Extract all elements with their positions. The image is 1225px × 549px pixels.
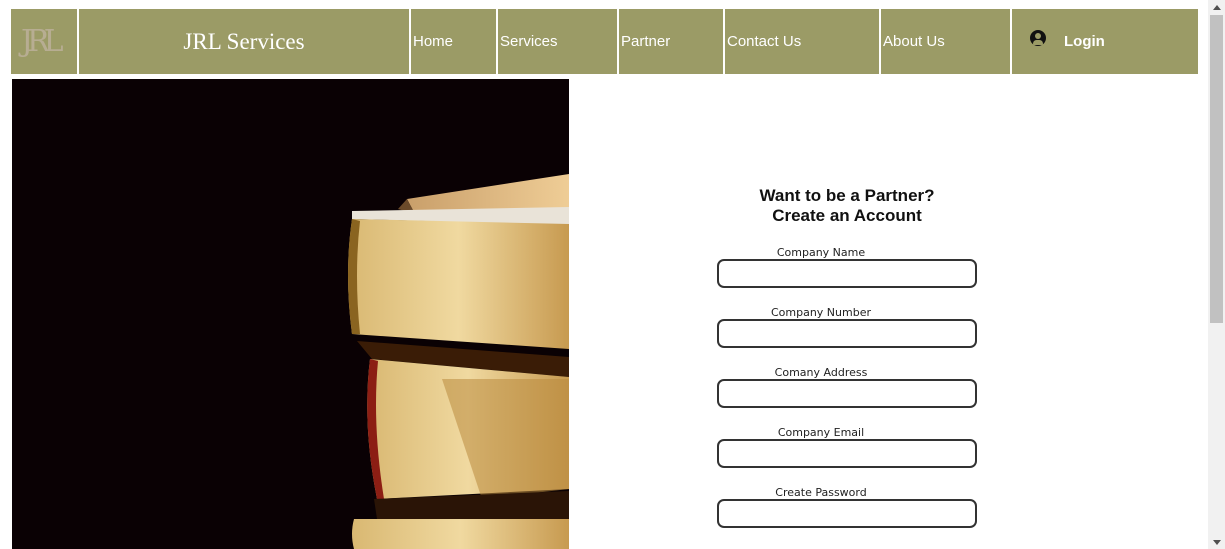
company-address-input[interactable]	[717, 379, 977, 408]
create-password-label: Create Password	[775, 486, 867, 499]
company-address-label: Comany Address	[774, 366, 868, 379]
company-name-label: Company Name	[776, 246, 866, 259]
vertical-scrollbar[interactable]	[1208, 0, 1225, 549]
company-name-input[interactable]	[717, 259, 977, 288]
nav-item-partner[interactable]: Partner	[619, 9, 723, 74]
form-title: Want to be a Partner? Create an Account	[717, 186, 977, 226]
brand-cell: JRL Services	[79, 9, 409, 74]
nav-item-home[interactable]: Home	[411, 9, 496, 74]
create-password-input[interactable]	[717, 499, 977, 528]
hero-image-books	[12, 79, 569, 549]
nav-link-contact[interactable]: Contact Us	[725, 33, 801, 50]
navbar: JRL JRL Services Home Services Partner C…	[11, 9, 1198, 74]
company-number-label: Company Number	[770, 306, 871, 319]
nav-link-services[interactable]: Services	[498, 33, 558, 50]
login-label: Login	[1064, 33, 1105, 50]
company-email-label: Company Email	[777, 426, 865, 439]
scroll-up-arrow-icon	[1212, 4, 1221, 10]
logo-cell[interactable]: JRL	[11, 9, 77, 74]
scroll-up-button[interactable]	[1208, 0, 1225, 14]
nav-item-services[interactable]: Services	[498, 9, 617, 74]
books-illustration	[348, 174, 569, 549]
nav-item-contact[interactable]: Contact Us	[725, 9, 879, 74]
nav-item-login[interactable]: Login	[1012, 9, 1198, 74]
nav-link-home[interactable]: Home	[411, 33, 453, 50]
form-title-line2: Create an Account	[772, 206, 922, 225]
login-button[interactable]: Login	[1012, 29, 1105, 50]
logo: JRL	[19, 24, 69, 60]
logo-text: JRL	[21, 23, 63, 59]
company-number-input[interactable]	[717, 319, 977, 348]
scroll-down-arrow-icon	[1212, 539, 1221, 545]
form-title-line1: Want to be a Partner?	[759, 186, 935, 205]
site-title: JRL Services	[183, 28, 305, 54]
scroll-down-button[interactable]	[1208, 535, 1225, 549]
scroll-thumb[interactable]	[1210, 15, 1223, 323]
nav-link-partner[interactable]: Partner	[619, 33, 670, 50]
nav-item-about[interactable]: About Us	[881, 9, 1010, 74]
nav-link-about[interactable]: About Us	[881, 33, 945, 50]
company-email-input[interactable]	[717, 439, 977, 468]
user-circle-icon	[1030, 29, 1046, 46]
page: JRL JRL Services Home Services Partner C…	[0, 0, 1208, 549]
